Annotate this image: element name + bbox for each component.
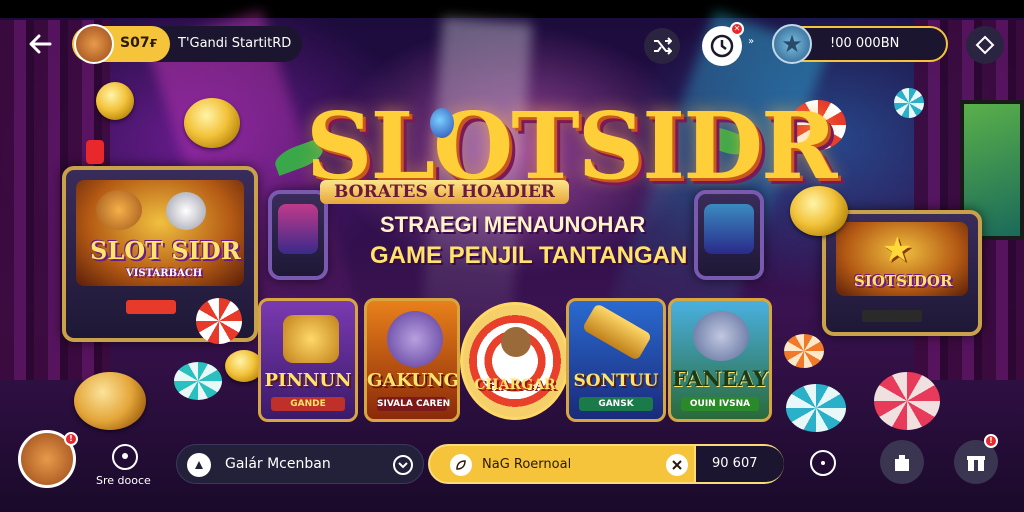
pin-icon [821,461,825,465]
profile-label: Sre dooce [96,474,151,487]
search-icon [187,453,211,477]
game-title: PINNUN [264,370,352,391]
logo-subtitle: BORATES CI HOADIER [320,180,569,204]
pink-casino-chip [874,372,940,430]
golden-bar-icon [581,303,653,361]
game-card-faneay[interactable]: FANEAY OUIN IVSNA [668,298,772,422]
red-casino-chip [196,298,242,344]
gold-chip-stack [74,372,146,430]
machine-subtitle: VISTARBACH [126,268,203,279]
search-placeholder: Galár Mcenban [225,456,331,472]
promo-text: NaG Roernoal [482,457,572,472]
notification-badge: ! [64,432,78,446]
shuffle-icon [654,37,672,55]
shop-button[interactable] [880,440,924,484]
game-title: CHARGAR [474,377,556,393]
arrow-left-icon [29,34,52,54]
featured-slot-machine-right[interactable]: SIOTSIDOR ★ [822,210,982,336]
game-card-chargar[interactable]: CHARGAR [460,302,570,420]
promo-bar[interactable]: NaG Roernoal 90 607 [428,444,784,484]
star-icon: ★ [882,230,913,270]
coin-balance: S07ғ [120,35,158,51]
game-badge: GANDE [271,397,345,411]
machine-title: SIOTSIDOR [854,272,953,290]
double-arrow-icon: » [748,36,755,47]
location-button[interactable] [810,450,836,476]
player-name: T'Gandi StartitRD [178,36,292,51]
close-icon[interactable] [666,454,688,476]
plum-icon [430,108,454,138]
gold-coin [96,82,134,120]
gem-balance: !00 000BN [830,36,900,51]
game-title: SONTUU [573,371,659,391]
search-bar[interactable]: Galár Mcenban [176,444,424,484]
game-title: FANEAY [672,366,768,391]
game-card-sontuu[interactable]: SONTUU GANSK [566,298,666,422]
game-logo: SLOTSIDR BORATES CI HOADIER STRAEGI MENA… [270,90,837,290]
shuffle-button[interactable] [644,28,680,64]
chevron-down-icon [393,455,413,475]
raccoon-mascot-icon [387,311,443,367]
tagline-line-1: STRAEGI MENAUNOHAR [380,212,646,237]
star-gem-icon: ★ [772,24,812,64]
profile-button[interactable] [112,444,138,470]
teal-casino-chip [894,88,924,118]
machine-slot [862,310,922,322]
gift-icon [967,456,985,471]
player-info-bar: S07ғ T'Gandi StartitRD [72,24,302,64]
notification-badge: ✕ [730,22,744,36]
machine-light-icon [86,140,104,164]
game-badge: GANSK [579,397,653,411]
game-card-pinnun[interactable]: PINNUN GANDE [258,298,358,422]
player-avatar[interactable] [74,24,114,64]
promo-value: 90 607 [712,456,758,471]
tagline-line-2: GAME PENJIL TANTANGAN [370,242,688,269]
bag-icon [895,455,909,471]
game-title: GAKUNG [367,370,459,391]
game-card-gakung[interactable]: GAKUNG SIVALA CAREN [364,298,460,422]
clock-icon [710,34,734,58]
fox-mascot-icon [96,190,142,230]
back-button[interactable] [22,26,58,62]
game-lobby-background: SLOT SIDR VISTARBACH SIOTSIDOR ★ SLOTSID… [0,0,1024,512]
game-badge: OUIN IVSNA [681,397,759,411]
treasure-icon [283,315,339,363]
notification-badge: ! [984,434,998,448]
orange-casino-chip [784,334,824,368]
settings-button[interactable] [966,26,1004,64]
leaf-icon [450,454,472,476]
pin-icon [122,453,128,459]
diamond-icon [975,35,995,55]
machine-display [126,300,176,314]
game-badge: SIVALA CAREN [377,397,451,411]
raccoon-mascot-icon [166,192,206,230]
teal-casino-chip [786,384,846,432]
gold-coin [184,98,240,148]
raccoon-mascot-icon [693,311,749,361]
top-black-strip [0,0,1024,18]
teal-casino-chip [174,362,222,400]
gem-balance-bar[interactable]: ★ !00 000BN [772,24,948,64]
machine-title: SLOT SIDR [90,236,241,265]
beaver-mascot-icon [501,327,531,357]
